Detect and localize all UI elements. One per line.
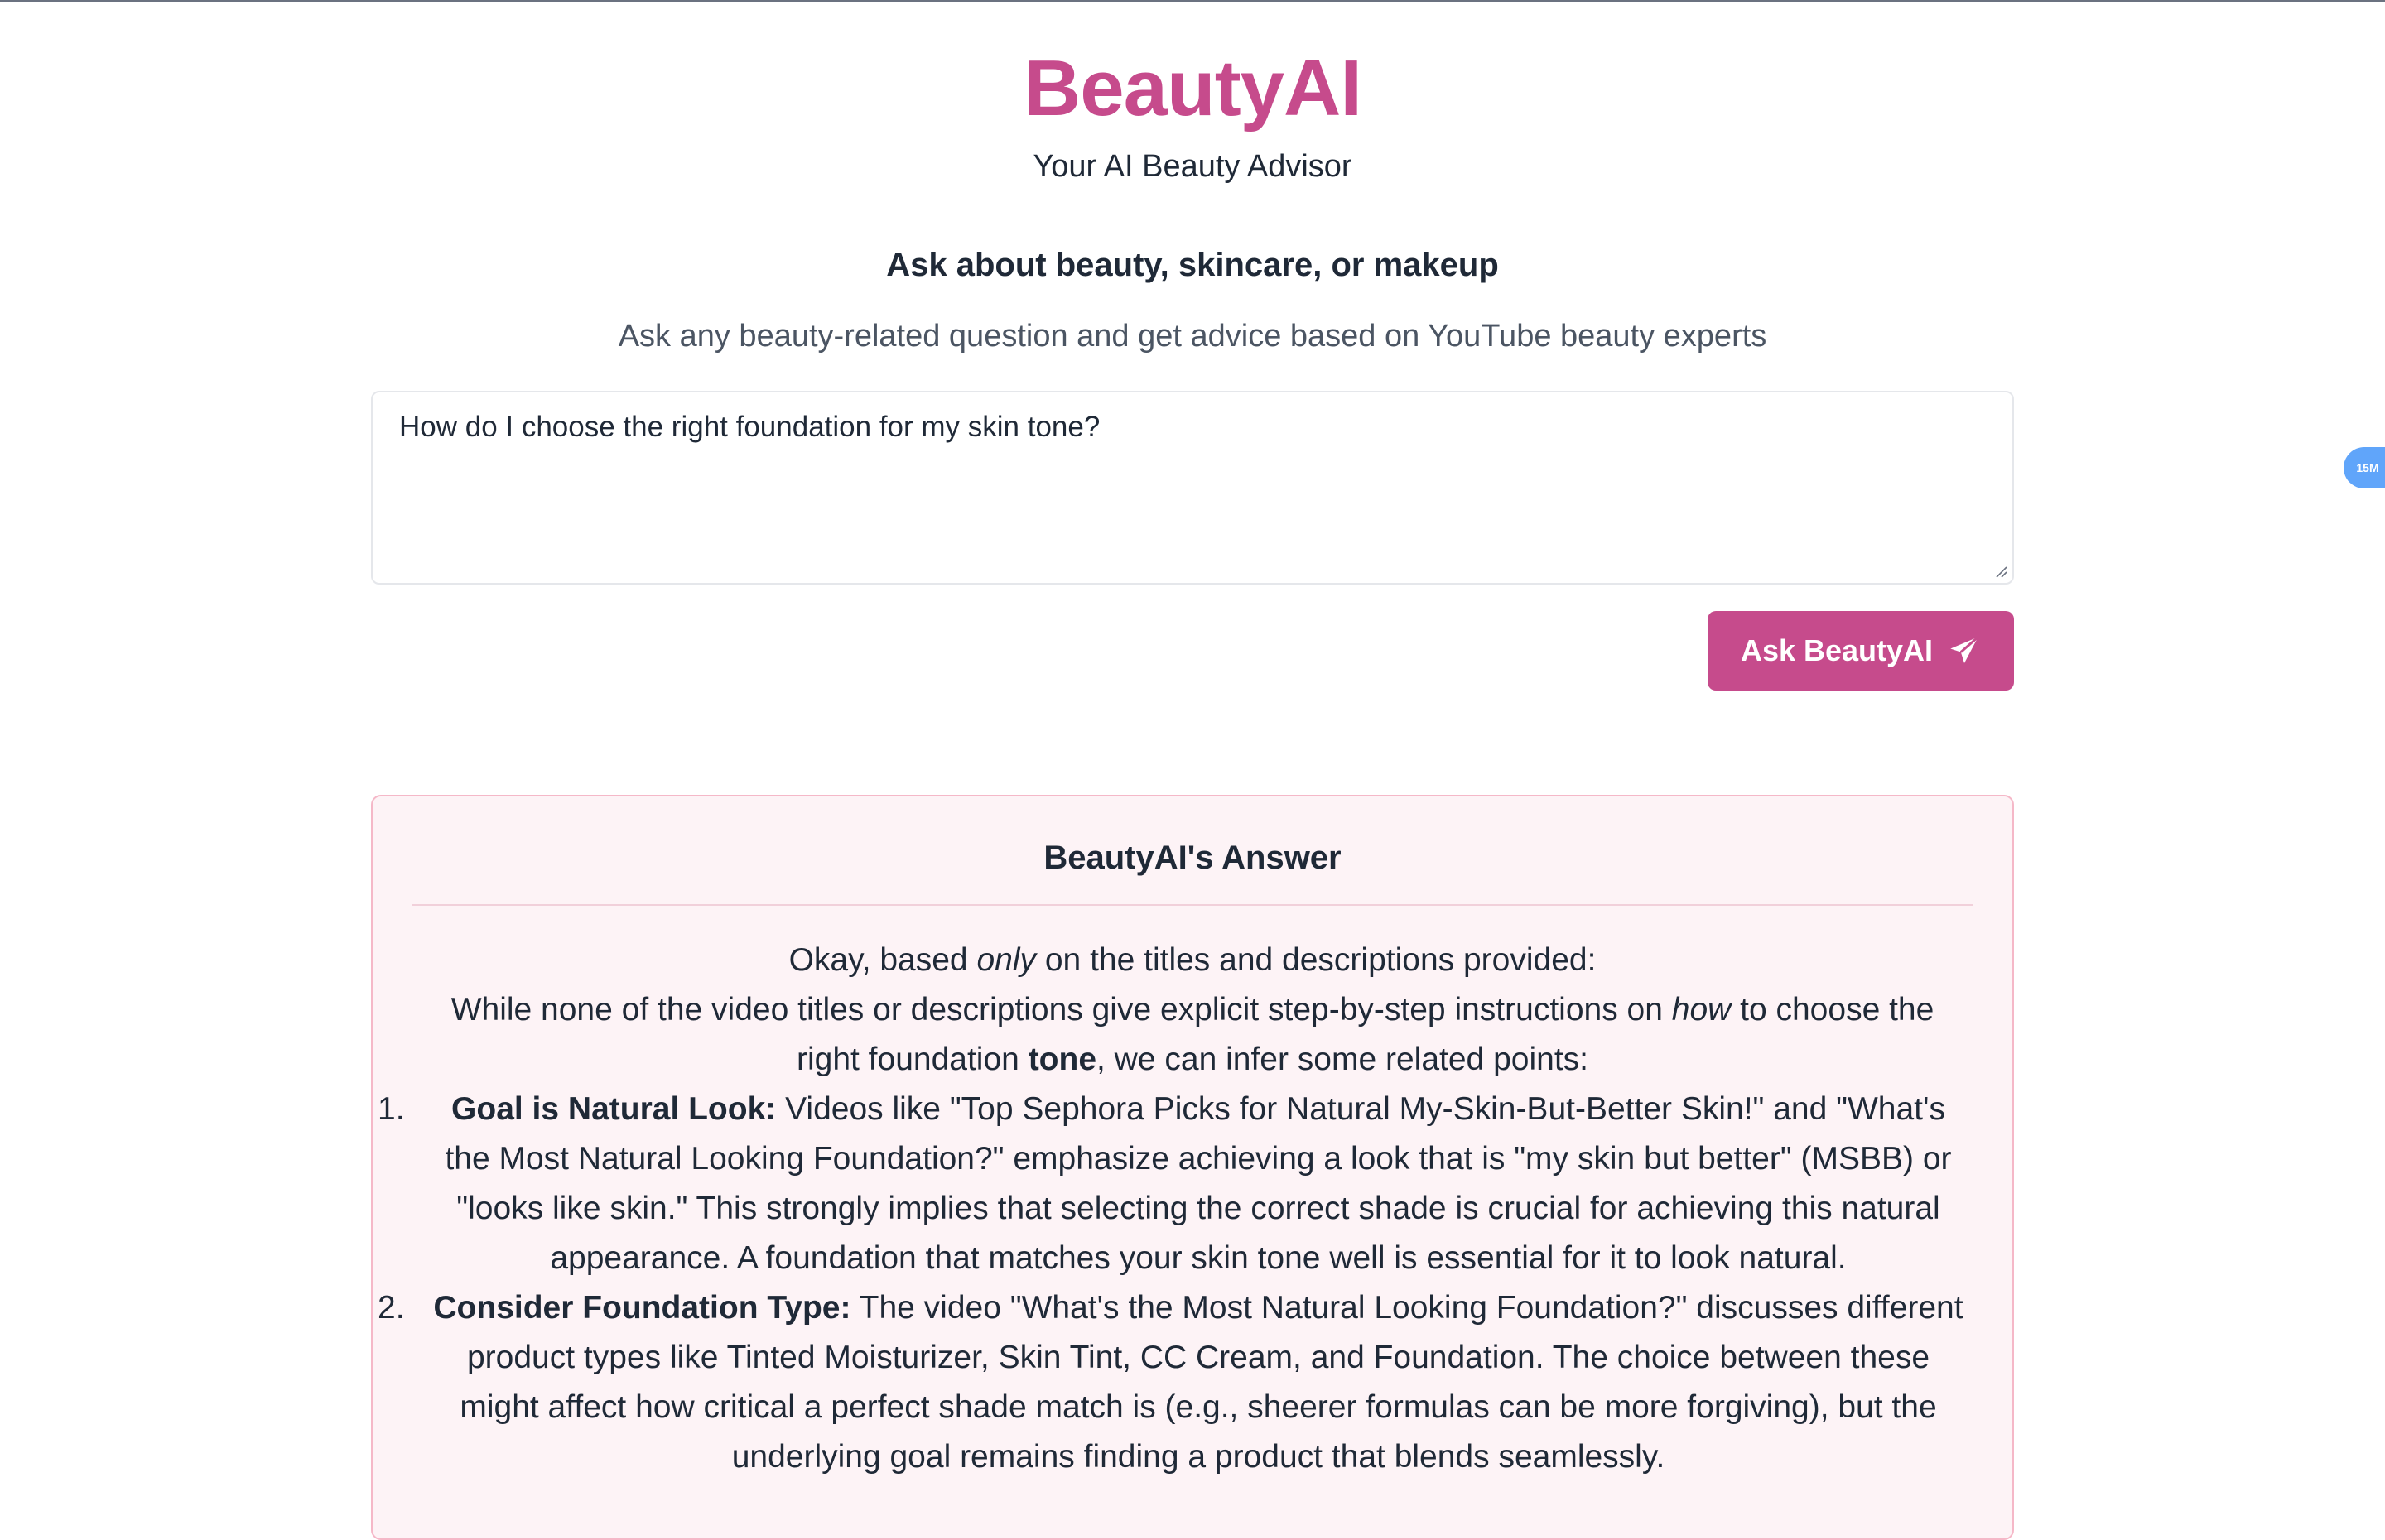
intro-2-strong: tone [1028,1042,1097,1077]
resize-handle-icon[interactable] [1994,565,2007,578]
ask-button-label: Ask BeautyAI [1740,633,1934,667]
intro-1-text-a: Okay, based [788,942,977,978]
answer-intro-2: While none of the video titles or descri… [373,985,2012,1085]
list-item-number: 2. [378,1290,405,1326]
paper-plane-icon [1950,636,1979,663]
intro-2-emphasis: how [1671,992,1732,1027]
intro-2-text-a: While none of the video titles or descri… [450,992,1672,1027]
question-textarea[interactable]: How do I choose the right foundation for… [371,391,2014,585]
intro-1-text-b: on the titles and descriptions provided: [1036,942,1597,978]
answer-card: BeautyAI's Answer Okay, based only on th… [371,795,2014,1540]
floating-badge[interactable]: 15M [2344,447,2385,488]
answer-title: BeautyAI's Answer [1043,840,1342,876]
app-title: BeautyAI [1023,44,1362,132]
intro-1-emphasis: only [976,942,1037,978]
answer-list: 1. Goal is Natural Look: Videos like "Top… [373,1085,2012,1482]
answer-list-item: 2. Consider Foundation Type: The video "W… [373,1283,2012,1482]
ask-description: Ask any beauty-related question and get … [618,319,1767,354]
app-subtitle: Your AI Beauty Advisor [1033,149,1352,184]
window-top-border [0,0,2385,2]
ask-beautyai-button[interactable]: Ask BeautyAI [1708,611,2014,691]
list-item-number: 1. [378,1091,405,1127]
answer-body: Okay, based only on the titles and descr… [373,936,2012,1482]
question-text: How do I choose the right foundation for… [399,411,1101,443]
answer-divider [412,904,1973,906]
answer-list-item: 1. Goal is Natural Look: Videos like "Top… [373,1085,2012,1283]
answer-intro-1: Okay, based only on the titles and descr… [373,936,2012,985]
page: BeautyAI Your AI Beauty Advisor Ask abou… [0,0,2385,1540]
intro-2-text-c: , we can infer some related points: [1096,1042,1588,1077]
list-item-heading: Consider Foundation Type: [433,1290,851,1326]
ask-heading: Ask about beauty, skincare, or makeup [886,247,1499,283]
list-item-heading: Goal is Natural Look: [451,1091,777,1127]
